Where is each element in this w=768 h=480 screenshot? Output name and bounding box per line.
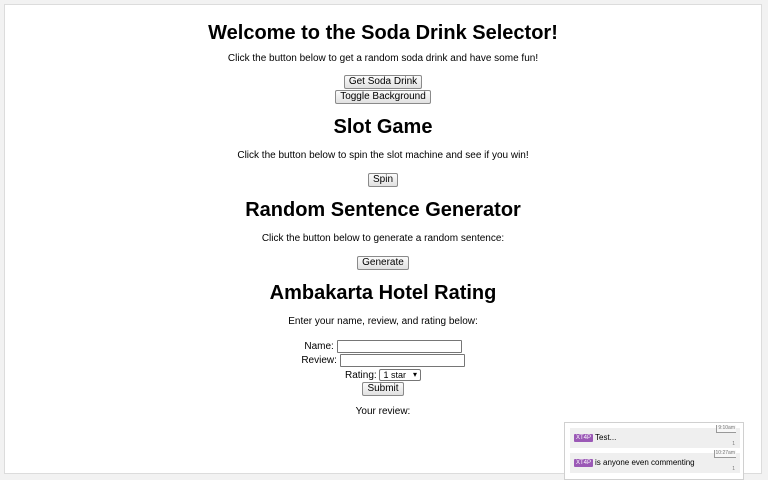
spin-button-row: Spin <box>5 171 761 187</box>
message-time: 10:27am <box>713 450 736 458</box>
rating-label: Rating: <box>345 370 377 381</box>
user-tag[interactable]: XT4P <box>574 459 594 467</box>
get-soda-button[interactable]: Get Soda Drink <box>343 75 423 89</box>
name-label: Name: <box>304 341 334 353</box>
soda-description: Click the button below to get a random s… <box>227 53 539 64</box>
generate-button-row: Generate <box>5 254 761 270</box>
page-content: Welcome to the Soda Drink Selector! Clic… <box>4 4 762 474</box>
soda-button-row: Get Soda Drink <box>5 73 761 89</box>
submit-button[interactable]: Submit <box>362 382 404 396</box>
hotel-title: Ambakarta Hotel Rating <box>269 282 497 304</box>
name-input[interactable] <box>336 340 462 353</box>
sentence-description: Click the button below to generate a ran… <box>261 233 505 244</box>
message-count: 1 <box>732 466 735 472</box>
toggle-background-button[interactable]: Toggle Background <box>335 90 431 104</box>
soda-title: Welcome to the Soda Drink Selector! <box>208 22 558 44</box>
toggle-button-row: Toggle Background <box>5 88 761 104</box>
message-text: is anyone even commenting <box>595 458 695 467</box>
slot-description: Click the button below to spin the slot … <box>237 150 529 161</box>
user-tag[interactable]: XT4P <box>574 434 594 442</box>
chat-message: XT4P is anyone even commenting 10:27am 1 <box>570 450 740 473</box>
slot-title: Slot Game <box>333 116 433 138</box>
chat-message: XT4P Test... 9:10am 1 <box>570 425 740 448</box>
message-count: 1 <box>732 441 735 447</box>
chevron-down-icon: ▾ <box>412 370 417 380</box>
sentence-title: Random Sentence Generator <box>245 199 521 221</box>
rating-selected-value: 1 star <box>383 370 406 381</box>
spin-button[interactable]: Spin <box>367 173 398 187</box>
review-input[interactable] <box>339 354 465 367</box>
name-row: Name: <box>5 340 761 354</box>
rating-select[interactable]: 1 star ▾ <box>379 369 421 382</box>
your-review-label: Your review: <box>355 406 411 417</box>
message-time: 9:10am <box>716 425 736 433</box>
review-label: Review: <box>301 355 337 367</box>
message-text: Test... <box>595 433 617 442</box>
hotel-description: Enter your name, review, and rating belo… <box>288 316 478 327</box>
chat-widget: XT4P Test... 9:10am 1 XT4P is anyone eve… <box>564 422 744 480</box>
submit-row: Submit <box>5 382 761 396</box>
review-row: Review: <box>5 354 761 368</box>
generate-button[interactable]: Generate <box>357 256 409 270</box>
rating-row: Rating: 1 star ▾ <box>5 369 761 383</box>
